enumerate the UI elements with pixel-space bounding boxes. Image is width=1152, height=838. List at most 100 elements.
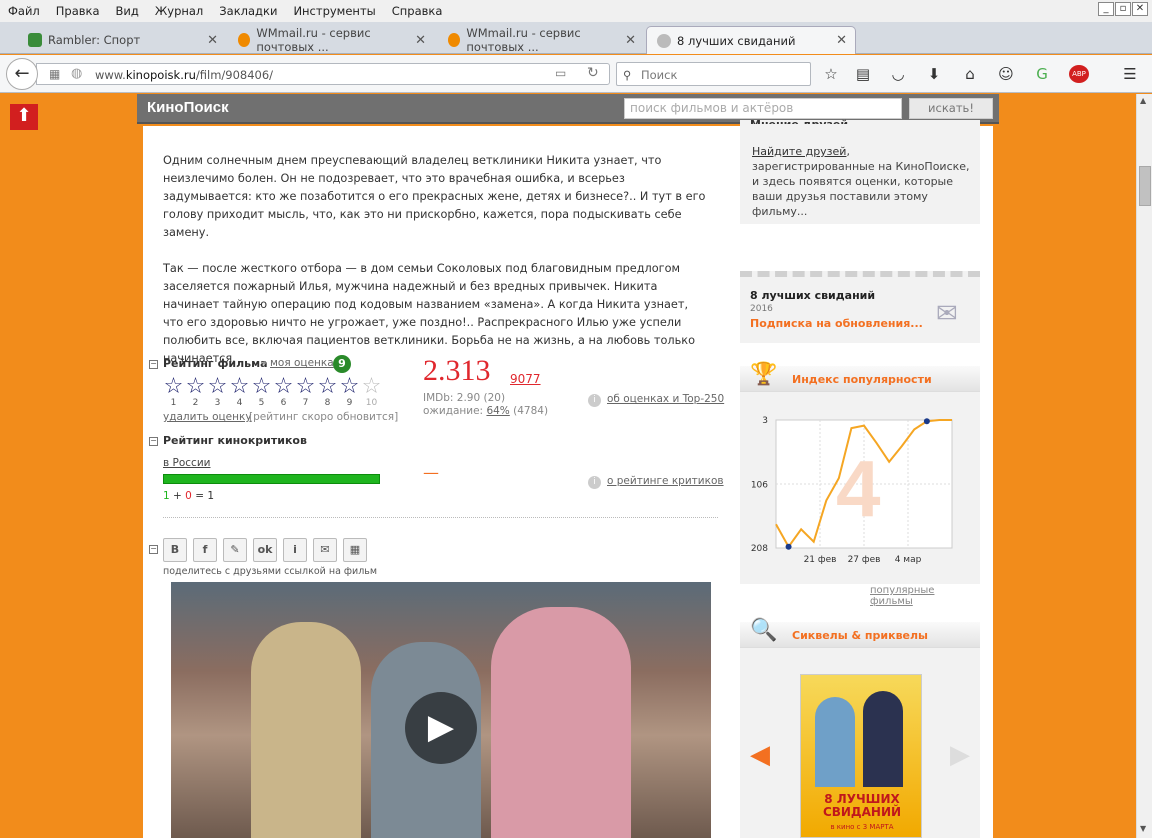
rating-star[interactable]: ☆ 4 [229, 376, 250, 409]
tab-close-icon[interactable]: ✕ [625, 33, 636, 48]
rating-star[interactable]: ☆ 7 [295, 376, 316, 409]
tab-wmmail-1[interactable]: WMmail.ru - сервис почтовых ... ✕ [228, 26, 434, 54]
sequel-poster[interactable]: 8 ЛУЧШИХ СВИДАНИЙ в кино с 3 МАРТА [800, 674, 922, 838]
rating-star[interactable]: ☆ 3 [207, 376, 228, 409]
menu-file[interactable]: Файл [0, 4, 48, 18]
qrcode-icon[interactable]: ▦ [343, 538, 367, 562]
bookmarks-list-icon[interactable]: ▤ [854, 65, 872, 83]
collapse-share-icon[interactable]: − [149, 545, 158, 554]
sequels-box: 🔍 Сиквелы & приквелы ◀ ▶ 8 ЛУЧШИХ СВИДАН… [740, 618, 980, 838]
scroll-down-icon[interactable]: ▼ [1140, 824, 1146, 833]
rating-star[interactable]: ☆ 9 [339, 376, 360, 409]
tab-8-best-dates[interactable]: 8 лучших свиданий ✕ [646, 26, 856, 54]
home-icon[interactable]: ⌂ [961, 65, 979, 83]
menu-history[interactable]: Журнал [147, 4, 211, 18]
mailru-icon[interactable]: i [283, 538, 307, 562]
info-icon: i [588, 394, 601, 407]
star-icon: ☆ [185, 374, 206, 399]
tab-close-icon[interactable]: ✕ [415, 33, 426, 48]
rating-star[interactable]: ☆ 2 [185, 374, 206, 409]
page-scrollbar[interactable]: ▲ ▼ [1136, 94, 1152, 838]
pocket-icon[interactable]: ◡ [889, 65, 907, 83]
subscribe-box: 8 лучших свиданий 2016 Подписка на обнов… [740, 271, 980, 343]
share-caption: поделитесь с друзьями ссылкой на фильм [163, 566, 378, 577]
star-icon: ☆ [273, 374, 294, 399]
menu-bookmarks[interactable]: Закладки [211, 4, 285, 18]
navigation-bar: ▦ ◍ www.kinopoisk.ru/film/908406/ ▭ ↻ ← … [0, 55, 1152, 93]
delete-rating-link[interactable]: удалить оценку [163, 411, 252, 423]
votes-count-link[interactable]: 9077 [510, 372, 541, 386]
popular-films-link[interactable]: популярные фильмы [870, 585, 980, 607]
download-icon[interactable]: ⬇ [925, 65, 943, 83]
chart-y-tick: 208 [751, 544, 768, 554]
chat-icon[interactable]: ☺ [997, 65, 1015, 83]
about-ratings[interactable]: i об оценках и Top-250 [588, 393, 724, 407]
vk-icon[interactable]: B [163, 538, 187, 562]
critics-region-link[interactable]: в России [163, 457, 210, 469]
grammarly-icon[interactable]: G [1033, 65, 1051, 83]
menu-tools[interactable]: Инструменты [285, 4, 383, 18]
critics-title: Рейтинг кинокритиков [163, 434, 307, 447]
star-icon: ☆ [251, 374, 272, 399]
star-icon: ☆ [317, 374, 338, 399]
page-content: Одним солнечным днем преуспевающий владе… [143, 118, 993, 838]
adblock-icon[interactable]: ABP [1069, 65, 1089, 83]
chart-current-value: 4 [836, 444, 881, 533]
collapse-critics-icon[interactable]: − [149, 437, 158, 446]
menu-help[interactable]: Справка [384, 4, 451, 18]
rating-star[interactable]: ☆ 1 [163, 376, 184, 409]
about-critics[interactable]: iо рейтинге критиков [588, 475, 724, 489]
close-window-button[interactable]: ✕ [1132, 2, 1148, 16]
kinopoisk-logo[interactable]: КиноПоиск [147, 99, 229, 116]
rating-title: Рейтинг фильма [163, 357, 268, 370]
url-text[interactable]: www.kinopoisk.ru/film/908406/ [95, 68, 273, 82]
prev-arrow-icon[interactable]: ◀ [750, 740, 770, 770]
menu-view[interactable]: Вид [108, 4, 147, 18]
maximize-button[interactable]: ▫ [1115, 2, 1131, 16]
odnoklassniki-icon[interactable]: ok [253, 538, 277, 562]
rating-update-note: [рейтинг скоро обновится] [249, 411, 399, 423]
critics-bar [163, 474, 380, 484]
my-rating-link[interactable]: моя оценка [270, 357, 334, 369]
next-arrow-icon[interactable]: ▶ [950, 740, 970, 770]
friends-box: Мнение друзей Найдите друзей, зарегистри… [740, 118, 980, 224]
back-button[interactable]: ← [6, 58, 38, 90]
hamburger-menu-icon[interactable]: ☰ [1121, 65, 1139, 83]
play-icon[interactable]: ▶ [405, 692, 477, 764]
reader-view-icon[interactable]: ▭ [555, 66, 566, 80]
url-bar[interactable]: ▦ ◍ www.kinopoisk.ru/film/908406/ ▭ ↻ [36, 63, 610, 85]
reload-icon[interactable]: ↻ [587, 65, 599, 81]
subscribe-link[interactable]: Подписка на обновления... [750, 317, 923, 330]
scroll-to-top-button[interactable]: ⬆ [10, 104, 38, 130]
chart-y-tick: 106 [751, 480, 768, 490]
scroll-up-icon[interactable]: ▲ [1140, 96, 1146, 105]
rating-star[interactable]: ☆ 10 [361, 376, 382, 409]
tab-close-icon[interactable]: ✕ [836, 33, 847, 48]
grid-icon[interactable]: ▦ [49, 67, 60, 81]
email-icon[interactable]: ✉ [313, 538, 337, 562]
popularity-chart: 4 3 106 208 21 фев 27 фев 4 мар [751, 416, 953, 565]
find-friends-link[interactable]: Найдите друзей [752, 145, 846, 158]
browser-search-input[interactable]: ⚲ Поиск [616, 62, 811, 86]
scrollbar-thumb[interactable] [1139, 166, 1151, 206]
site-search-input[interactable]: поиск фильмов и актёров [624, 98, 902, 119]
site-search-button[interactable]: искать! [909, 98, 993, 119]
rating-stars[interactable]: ☆ 1 ☆ 2 ☆ 3 ☆ 4 ☆ 5 ☆ 6 ☆ 7 ☆ 8 ☆ 9 ☆ 10 [163, 374, 382, 409]
rating-star[interactable]: ☆ 6 [273, 374, 294, 409]
collapse-rating-icon[interactable]: − [149, 360, 158, 369]
facebook-icon[interactable]: f [193, 538, 217, 562]
tab-rambler[interactable]: Rambler: Спорт ✕ [18, 26, 226, 54]
imdb-rating: IMDb: 2.90 (20) [423, 392, 506, 404]
tab-bar: Rambler: Спорт ✕ WMmail.ru - сервис почт… [0, 22, 1152, 71]
livejournal-icon[interactable]: ✎ [223, 538, 247, 562]
tab-wmmail-2[interactable]: WMmail.ru - сервис почтовых ... ✕ [438, 26, 644, 54]
rating-star[interactable]: ☆ 8 [317, 374, 338, 409]
minimize-button[interactable]: _ [1098, 2, 1114, 16]
envelope-icon[interactable]: ✉ [936, 299, 958, 329]
bookmark-star-icon[interactable]: ☆ [822, 65, 840, 83]
menu-edit[interactable]: Правка [48, 4, 108, 18]
trailer-video[interactable]: ▶ [171, 582, 711, 838]
tab-close-icon[interactable]: ✕ [207, 33, 218, 48]
rating-star[interactable]: ☆ 5 [251, 374, 272, 409]
kinopoisk-icon [657, 33, 671, 48]
